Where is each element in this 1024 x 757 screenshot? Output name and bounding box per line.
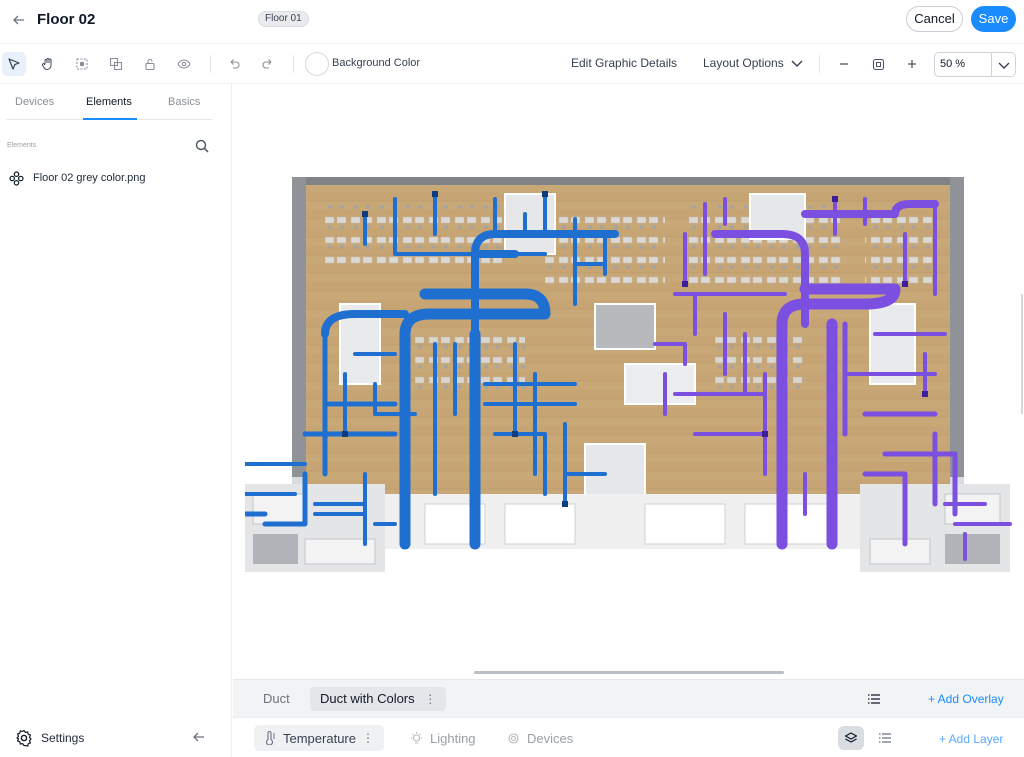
- hand-icon: [41, 57, 52, 71]
- lock-tool-button[interactable]: [138, 52, 162, 76]
- back-button[interactable]: [10, 11, 28, 29]
- edit-graphic-details-button[interactable]: Edit Graphic Details: [571, 56, 677, 70]
- zoom-dropdown-button[interactable]: [991, 53, 1016, 76]
- settings-label: Settings: [41, 731, 85, 745]
- more-vertical-icon[interactable]: ⋮: [362, 731, 374, 745]
- device-icon: [508, 732, 519, 744]
- zoom-out-button[interactable]: [832, 52, 856, 76]
- minus-icon: [840, 63, 848, 65]
- pointer-icon: [8, 58, 20, 70]
- background-color-swatch[interactable]: [305, 52, 329, 76]
- move-handle-icon: [9, 170, 24, 186]
- save-button[interactable]: Save: [971, 6, 1016, 32]
- overlay-tabs-bar: Duct Duct with Colors ⋮ + Add Overlay: [233, 679, 1024, 717]
- zoom-in-button[interactable]: [900, 52, 924, 76]
- layer-tab-label: Temperature: [283, 730, 356, 746]
- lightbulb-icon: [411, 732, 422, 744]
- settings-button[interactable]: Settings: [15, 729, 84, 747]
- add-overlay-button[interactable]: + Add Overlay: [928, 692, 1004, 706]
- tab-elements[interactable]: Elements: [86, 96, 132, 108]
- arrow-left-icon: [193, 732, 204, 742]
- cancel-button[interactable]: Cancel: [906, 6, 963, 32]
- collapse-sidebar-button[interactable]: [192, 730, 206, 744]
- graphic-canvas[interactable]: [233, 84, 1024, 679]
- tab-devices[interactable]: Devices: [15, 96, 54, 108]
- zoom-value: 50 %: [940, 58, 966, 70]
- fit-screen-icon: [872, 58, 884, 70]
- sidebar: Devices Elements Basics Elements Floor 0…: [0, 84, 232, 757]
- floor-selector-chip[interactable]: Floor 01: [258, 11, 309, 27]
- layer-tabs-bar: Temperature ⋮ Lighting Devices + Add Lay…: [233, 717, 1024, 757]
- fit-to-screen-button[interactable]: [866, 52, 890, 76]
- vertical-scrollbar[interactable]: [1021, 294, 1023, 414]
- overlay-tab-label: Duct with Colors: [320, 691, 415, 706]
- redo-icon: [262, 59, 272, 69]
- layout-options-label: Layout Options: [703, 56, 784, 70]
- frame-select-tool-button[interactable]: [70, 52, 94, 76]
- select-tool-button[interactable]: [2, 52, 26, 76]
- tab-basics[interactable]: Basics: [168, 96, 200, 108]
- editor-toolbar: Background Color Edit Graphic Details La…: [0, 44, 1024, 84]
- layer-tab-temperature[interactable]: Temperature ⋮: [254, 725, 384, 751]
- horizontal-scrollbar[interactable]: [474, 671, 784, 674]
- page-title: Floor 02: [37, 11, 96, 28]
- visibility-tool-button[interactable]: [172, 52, 196, 76]
- toolbar-divider: [293, 55, 294, 73]
- list-icon: [868, 694, 880, 704]
- search-button[interactable]: [194, 138, 210, 154]
- plus-icon: [908, 60, 916, 68]
- layers-icon: [844, 732, 858, 743]
- element-list-item[interactable]: Floor 02 grey color.png: [9, 170, 146, 186]
- app-root: Floor 02 Floor 01 Cancel Save Background…: [0, 0, 1024, 757]
- undo-button[interactable]: [222, 52, 246, 76]
- section-label: Elements: [7, 142, 37, 149]
- search-icon: [195, 139, 209, 153]
- active-tab-indicator: [83, 118, 137, 120]
- undo-icon: [230, 59, 240, 69]
- eye-icon: [177, 59, 191, 69]
- thermometer-icon: [265, 731, 275, 745]
- pan-tool-button[interactable]: [36, 52, 60, 76]
- sidebar-tabs: Devices Elements Basics: [6, 90, 212, 120]
- toolbar-divider: [819, 55, 820, 73]
- zoom-select[interactable]: 50 %: [934, 52, 1016, 77]
- group-icon: [109, 57, 123, 71]
- layer-tab-devices[interactable]: Devices: [497, 725, 583, 751]
- add-layer-button[interactable]: + Add Layer: [939, 732, 1003, 746]
- header: Floor 02 Floor 01 Cancel Save: [0, 0, 1024, 44]
- gear-icon: [16, 729, 32, 747]
- toolbar-divider: [210, 55, 211, 73]
- overlay-tab-duct-with-colors[interactable]: Duct with Colors ⋮: [310, 687, 447, 711]
- layout-options-dropdown[interactable]: Layout Options: [703, 56, 803, 70]
- frame-select-icon: [76, 58, 88, 70]
- overlay-tab-duct[interactable]: Duct: [253, 687, 300, 711]
- layer-list-button[interactable]: [875, 728, 895, 748]
- layer-tab-label: Lighting: [430, 730, 476, 746]
- arrow-left-icon: [13, 15, 24, 25]
- floor-plan-image[interactable]: [245, 174, 1013, 574]
- redo-button[interactable]: [256, 52, 280, 76]
- layers-view-toggle[interactable]: [838, 726, 864, 750]
- more-vertical-icon[interactable]: ⋮: [424, 687, 436, 711]
- group-tool-button[interactable]: [104, 52, 128, 76]
- chevron-down-icon: [791, 60, 803, 67]
- overlay-list-button[interactable]: [864, 689, 884, 709]
- layer-tab-label: Devices: [527, 730, 574, 746]
- background-color-label[interactable]: Background Color: [332, 57, 420, 69]
- unlock-icon: [145, 58, 155, 71]
- layer-tab-lighting[interactable]: Lighting: [400, 725, 486, 751]
- chevron-down-icon: [998, 62, 1010, 69]
- element-list-item-label: Floor 02 grey color.png: [33, 172, 146, 184]
- list-icon: [879, 733, 891, 743]
